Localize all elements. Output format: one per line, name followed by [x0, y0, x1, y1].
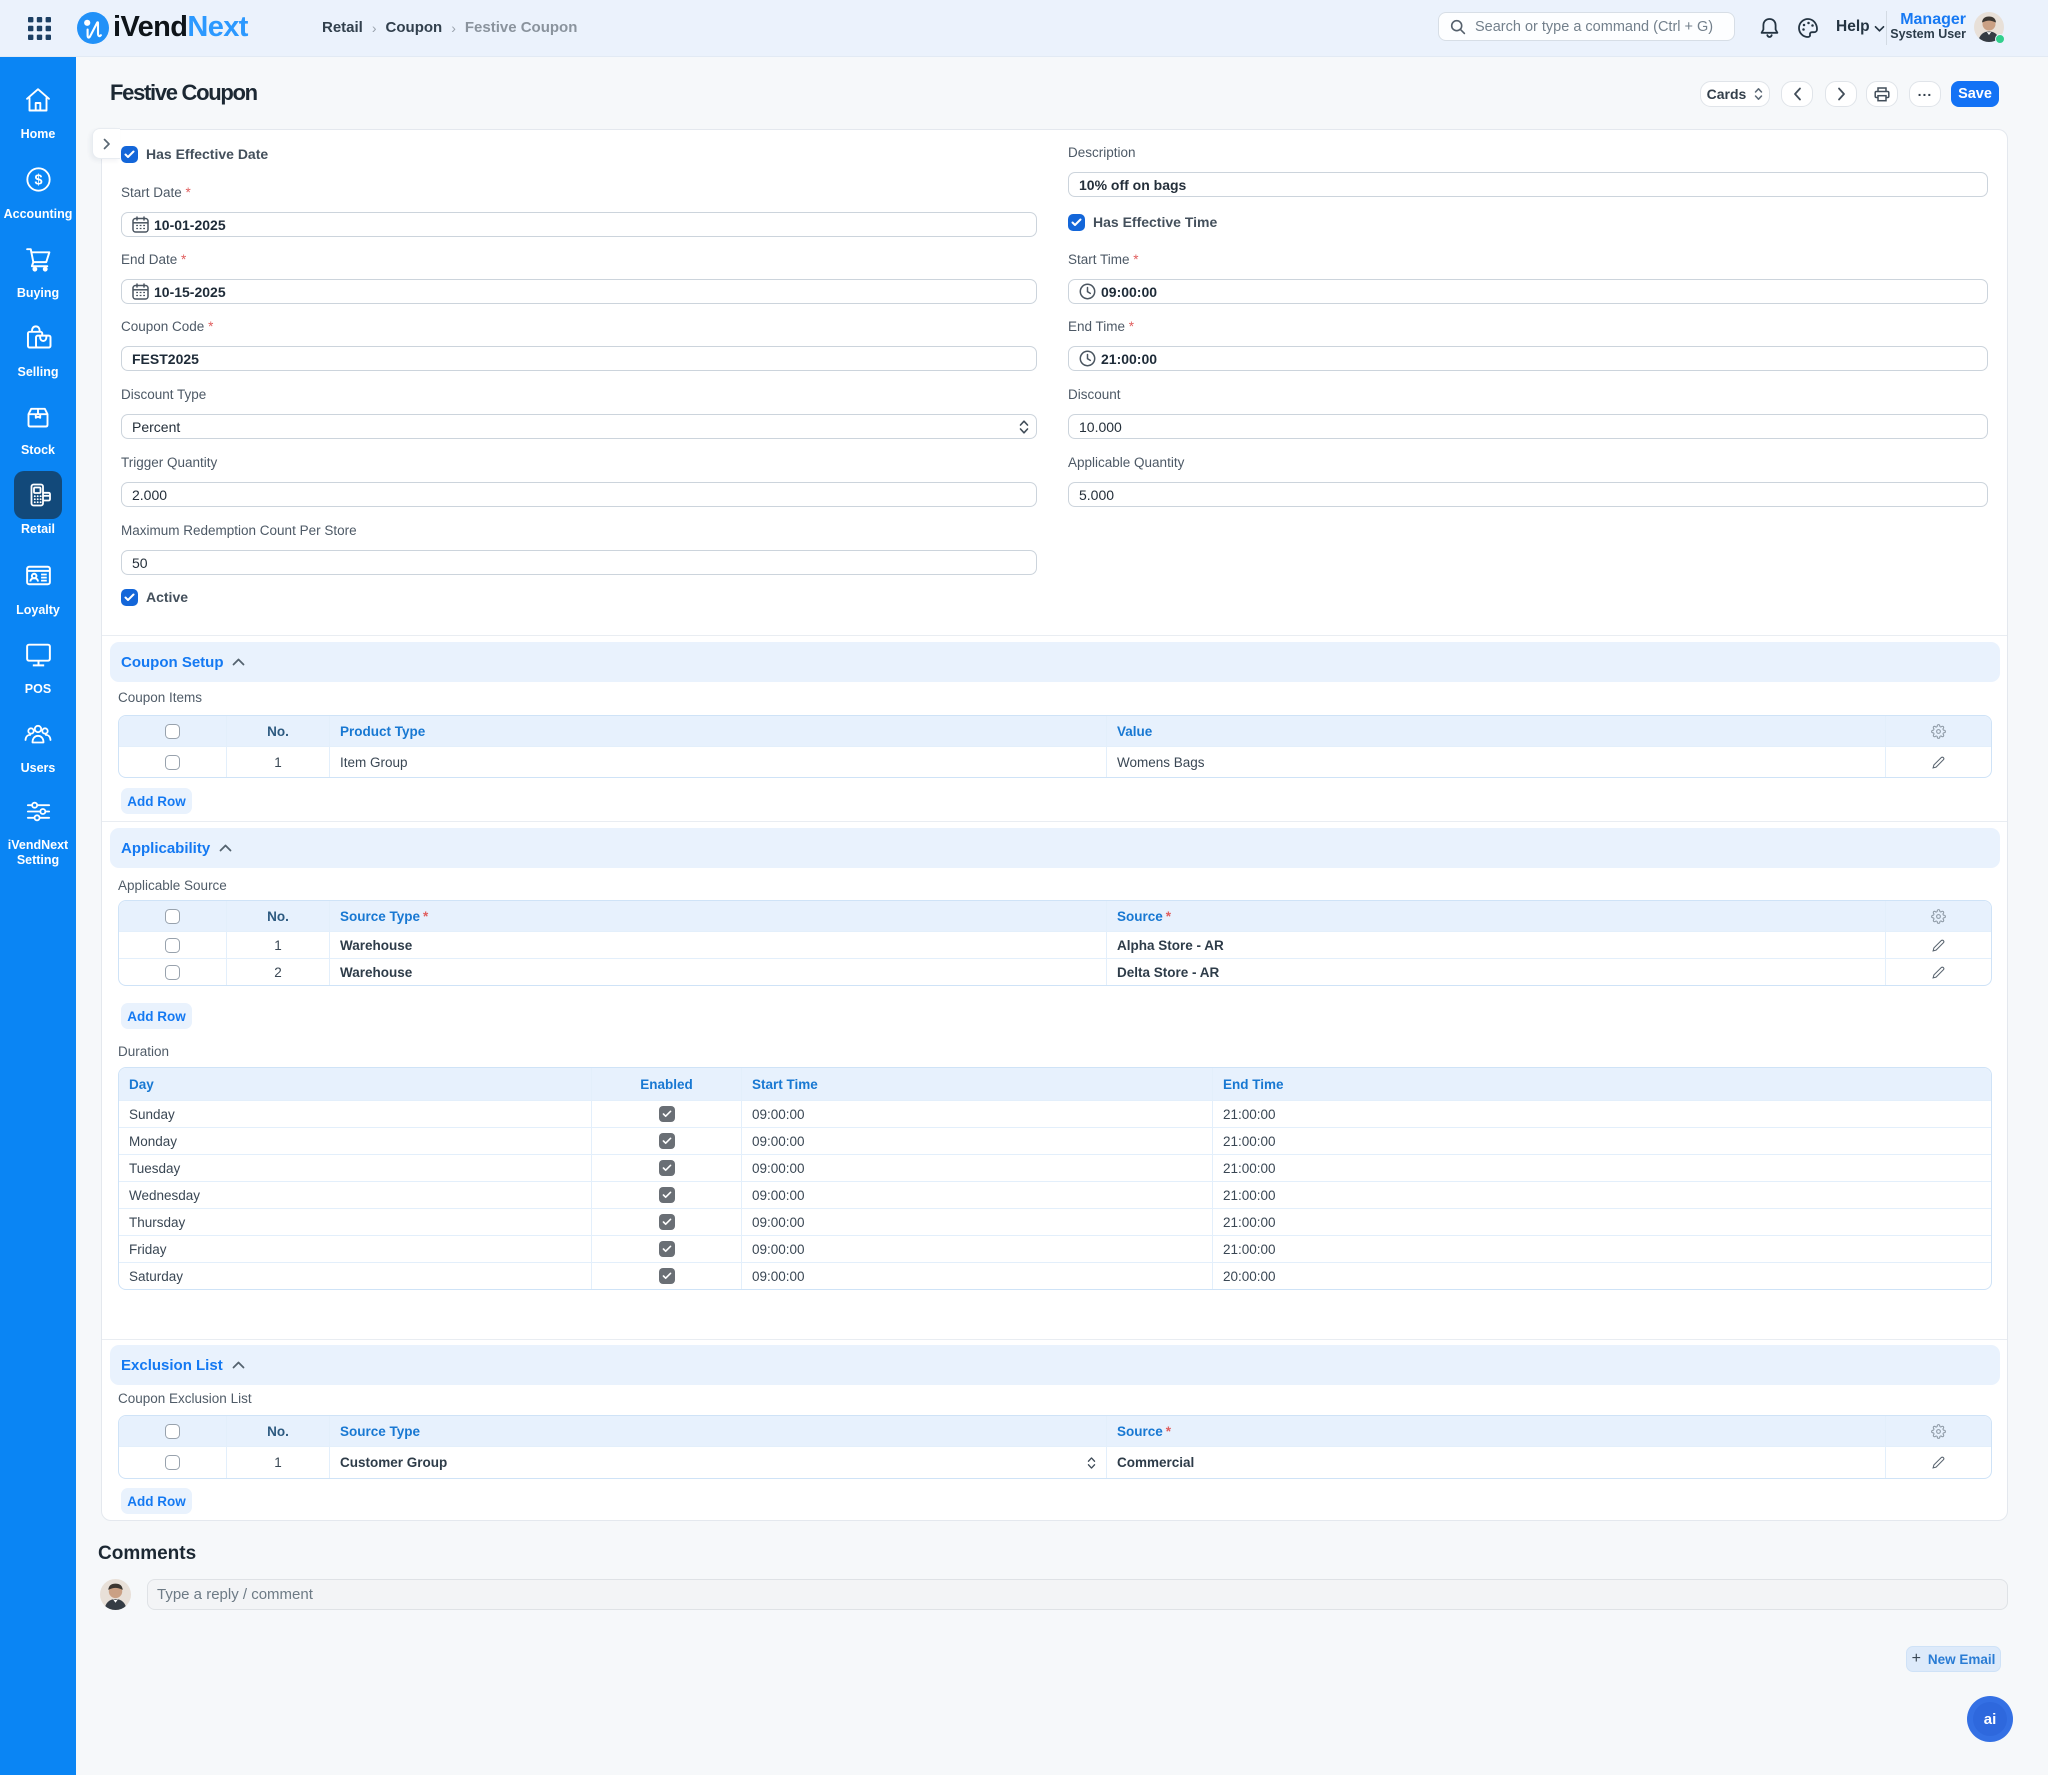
svg-text:$: $: [34, 173, 42, 189]
